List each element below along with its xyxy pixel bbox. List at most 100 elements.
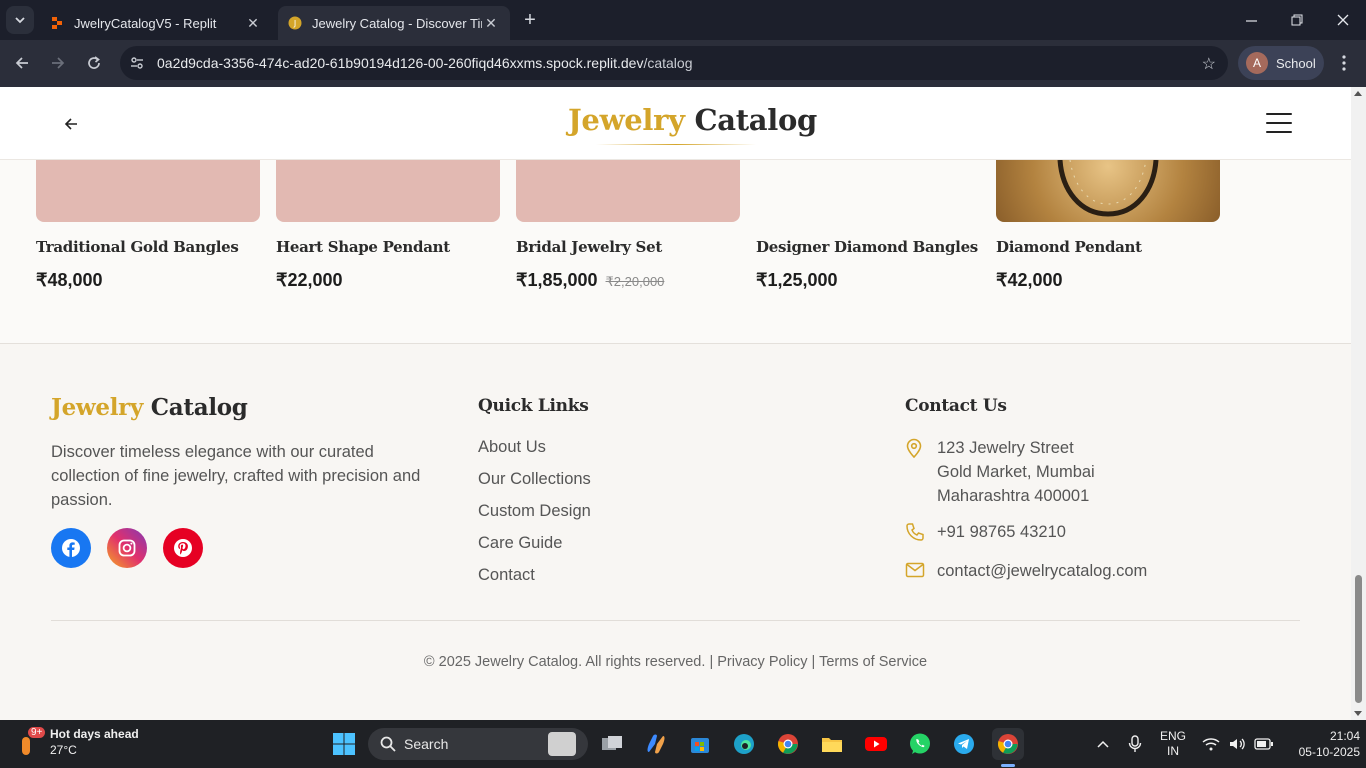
- terms-of-service-link[interactable]: Terms of Service: [819, 654, 927, 670]
- tab-jewelry-catalog[interactable]: J Jewelry Catalog - Discover Time ✕: [278, 6, 510, 40]
- product-name[interactable]: Designer Diamond Bangles: [756, 238, 980, 256]
- edge-button[interactable]: [728, 728, 760, 760]
- product-name[interactable]: Diamond Pendant: [996, 238, 1220, 256]
- address-text: 123 Jewelry Street Gold Market, Mumbai M…: [937, 436, 1095, 508]
- page-scrollbar[interactable]: [1351, 87, 1366, 720]
- system-clock[interactable]: 21:04 05-10-2025: [1290, 728, 1360, 760]
- profile-button[interactable]: A School: [1238, 46, 1324, 80]
- product-image[interactable]: [36, 160, 260, 222]
- forward-button[interactable]: [44, 49, 72, 77]
- task-view-button[interactable]: [596, 728, 628, 760]
- start-button[interactable]: [328, 728, 360, 760]
- product-card[interactable]: Heart Shape Pendant ₹22,000: [276, 160, 500, 291]
- facebook-icon: [62, 539, 80, 557]
- reload-icon: [88, 56, 100, 69]
- site-footer: Jewelry Catalog Discover timeless elegan…: [0, 343, 1351, 720]
- windows-logo-icon: [333, 733, 355, 755]
- quick-settings-button[interactable]: [1202, 720, 1274, 768]
- menu-button[interactable]: [1266, 113, 1292, 133]
- close-window-button[interactable]: [1320, 0, 1366, 40]
- browser-menu-button[interactable]: [1330, 49, 1358, 77]
- pinterest-button[interactable]: [163, 528, 203, 568]
- tray-overflow-button[interactable]: [1096, 720, 1110, 768]
- tab-search-button[interactable]: [6, 6, 34, 34]
- email-text[interactable]: contact@jewelrycatalog.com: [937, 559, 1147, 583]
- youtube-icon: [865, 737, 887, 751]
- phone-text[interactable]: +91 98765 43210: [937, 520, 1066, 544]
- product-name[interactable]: Heart Shape Pendant: [276, 238, 500, 256]
- url-path: /catalog: [643, 55, 693, 71]
- instagram-button[interactable]: [107, 528, 147, 568]
- product-name[interactable]: Traditional Gold Bangles: [36, 238, 260, 256]
- link-custom-design[interactable]: Custom Design: [478, 500, 591, 532]
- back-arrow-button[interactable]: [58, 111, 84, 137]
- task-view-icon: [602, 736, 622, 750]
- link-care-guide[interactable]: Care Guide: [478, 532, 591, 564]
- product-image[interactable]: [996, 160, 1220, 222]
- telegram-button[interactable]: [948, 728, 980, 760]
- product-card[interactable]: Traditional Gold Bangles ₹48,000: [36, 160, 260, 291]
- store-button[interactable]: [684, 728, 716, 760]
- copilot-button[interactable]: [640, 728, 672, 760]
- site-logo[interactable]: Jewelry Catalog: [568, 103, 817, 137]
- pinterest-icon: [174, 539, 192, 557]
- back-button[interactable]: [8, 49, 36, 77]
- copyright-text: © 2025 Jewelry Catalog. All rights reser…: [423, 654, 706, 670]
- volume-icon: [1230, 738, 1245, 750]
- page-viewport: Jewelry Catalog Traditional Gold Bangles…: [0, 87, 1351, 720]
- file-explorer-button[interactable]: [816, 728, 848, 760]
- weather-temp: 27°C: [50, 743, 77, 757]
- chrome-active-button[interactable]: [992, 728, 1024, 760]
- price-current: ₹48,000: [36, 270, 103, 290]
- close-icon[interactable]: ✕: [482, 15, 500, 32]
- restore-button[interactable]: [1274, 0, 1320, 40]
- menu-bar: [1266, 131, 1292, 133]
- active-app-indicator: [1001, 764, 1015, 767]
- whatsapp-button[interactable]: [904, 728, 936, 760]
- link-contact[interactable]: Contact: [478, 564, 591, 596]
- privacy-policy-link[interactable]: Privacy Policy: [717, 654, 807, 670]
- search-highlight-icon: [548, 732, 576, 756]
- link-our-collections[interactable]: Our Collections: [478, 468, 591, 500]
- product-image[interactable]: [516, 160, 740, 222]
- mail-icon: [905, 559, 937, 584]
- clock-date: 05-10-2025: [1298, 745, 1360, 759]
- product-card[interactable]: Bridal Jewelry Set ₹1,85,000 ₹2,20,000: [516, 160, 740, 291]
- address-line: Maharashtra 400001: [937, 487, 1090, 505]
- chevron-up-icon: [1097, 740, 1109, 748]
- facebook-button[interactable]: [51, 528, 91, 568]
- address-bar[interactable]: 0a2d9cda-3356-474c-ad20-61b90194d126-00-…: [120, 46, 1228, 80]
- scroll-up-icon[interactable]: [1354, 91, 1362, 96]
- product-price: ₹1,25,000: [756, 270, 980, 291]
- new-tab-button[interactable]: +: [518, 9, 542, 33]
- footer-divider: [51, 620, 1300, 621]
- product-image[interactable]: [276, 160, 500, 222]
- scroll-down-icon[interactable]: [1354, 711, 1362, 716]
- footer-logo[interactable]: Jewelry Catalog: [51, 394, 248, 421]
- store-icon: [691, 738, 709, 753]
- tab-replit[interactable]: JwelryCatalogV5 - Replit ✕: [40, 6, 272, 40]
- price-current: ₹1,85,000: [516, 270, 598, 290]
- bookmark-star-icon[interactable]: ☆: [1202, 54, 1216, 74]
- minimize-button[interactable]: [1228, 0, 1274, 40]
- site-info-icon[interactable]: [120, 55, 154, 71]
- tab-title: JwelryCatalogV5 - Replit: [74, 15, 217, 31]
- reload-button[interactable]: [80, 49, 108, 77]
- chrome-icon: [998, 734, 1018, 754]
- product-name[interactable]: Bridal Jewelry Set: [516, 238, 740, 256]
- link-about-us[interactable]: About Us: [478, 436, 591, 468]
- product-card[interactable]: Designer Diamond Bangles ₹1,25,000: [756, 160, 980, 291]
- footer-description: Discover timeless elegance with our cura…: [51, 443, 421, 509]
- product-image[interactable]: [756, 160, 980, 222]
- product-card[interactable]: Diamond Pendant ₹42,000: [996, 160, 1220, 291]
- microphone-button[interactable]: [1128, 720, 1142, 768]
- youtube-button[interactable]: [860, 728, 892, 760]
- chrome-profile-button[interactable]: [772, 728, 804, 760]
- address-line: Gold Market, Mumbai: [937, 463, 1095, 481]
- weather-widget[interactable]: 9+ Hot days ahead 27°C: [18, 726, 139, 758]
- language-indicator[interactable]: ENG IN: [1160, 720, 1186, 768]
- taskbar-search[interactable]: Search: [368, 728, 588, 760]
- close-icon[interactable]: ✕: [244, 15, 262, 32]
- scrollbar-thumb[interactable]: [1355, 575, 1362, 703]
- social-links: [51, 528, 203, 568]
